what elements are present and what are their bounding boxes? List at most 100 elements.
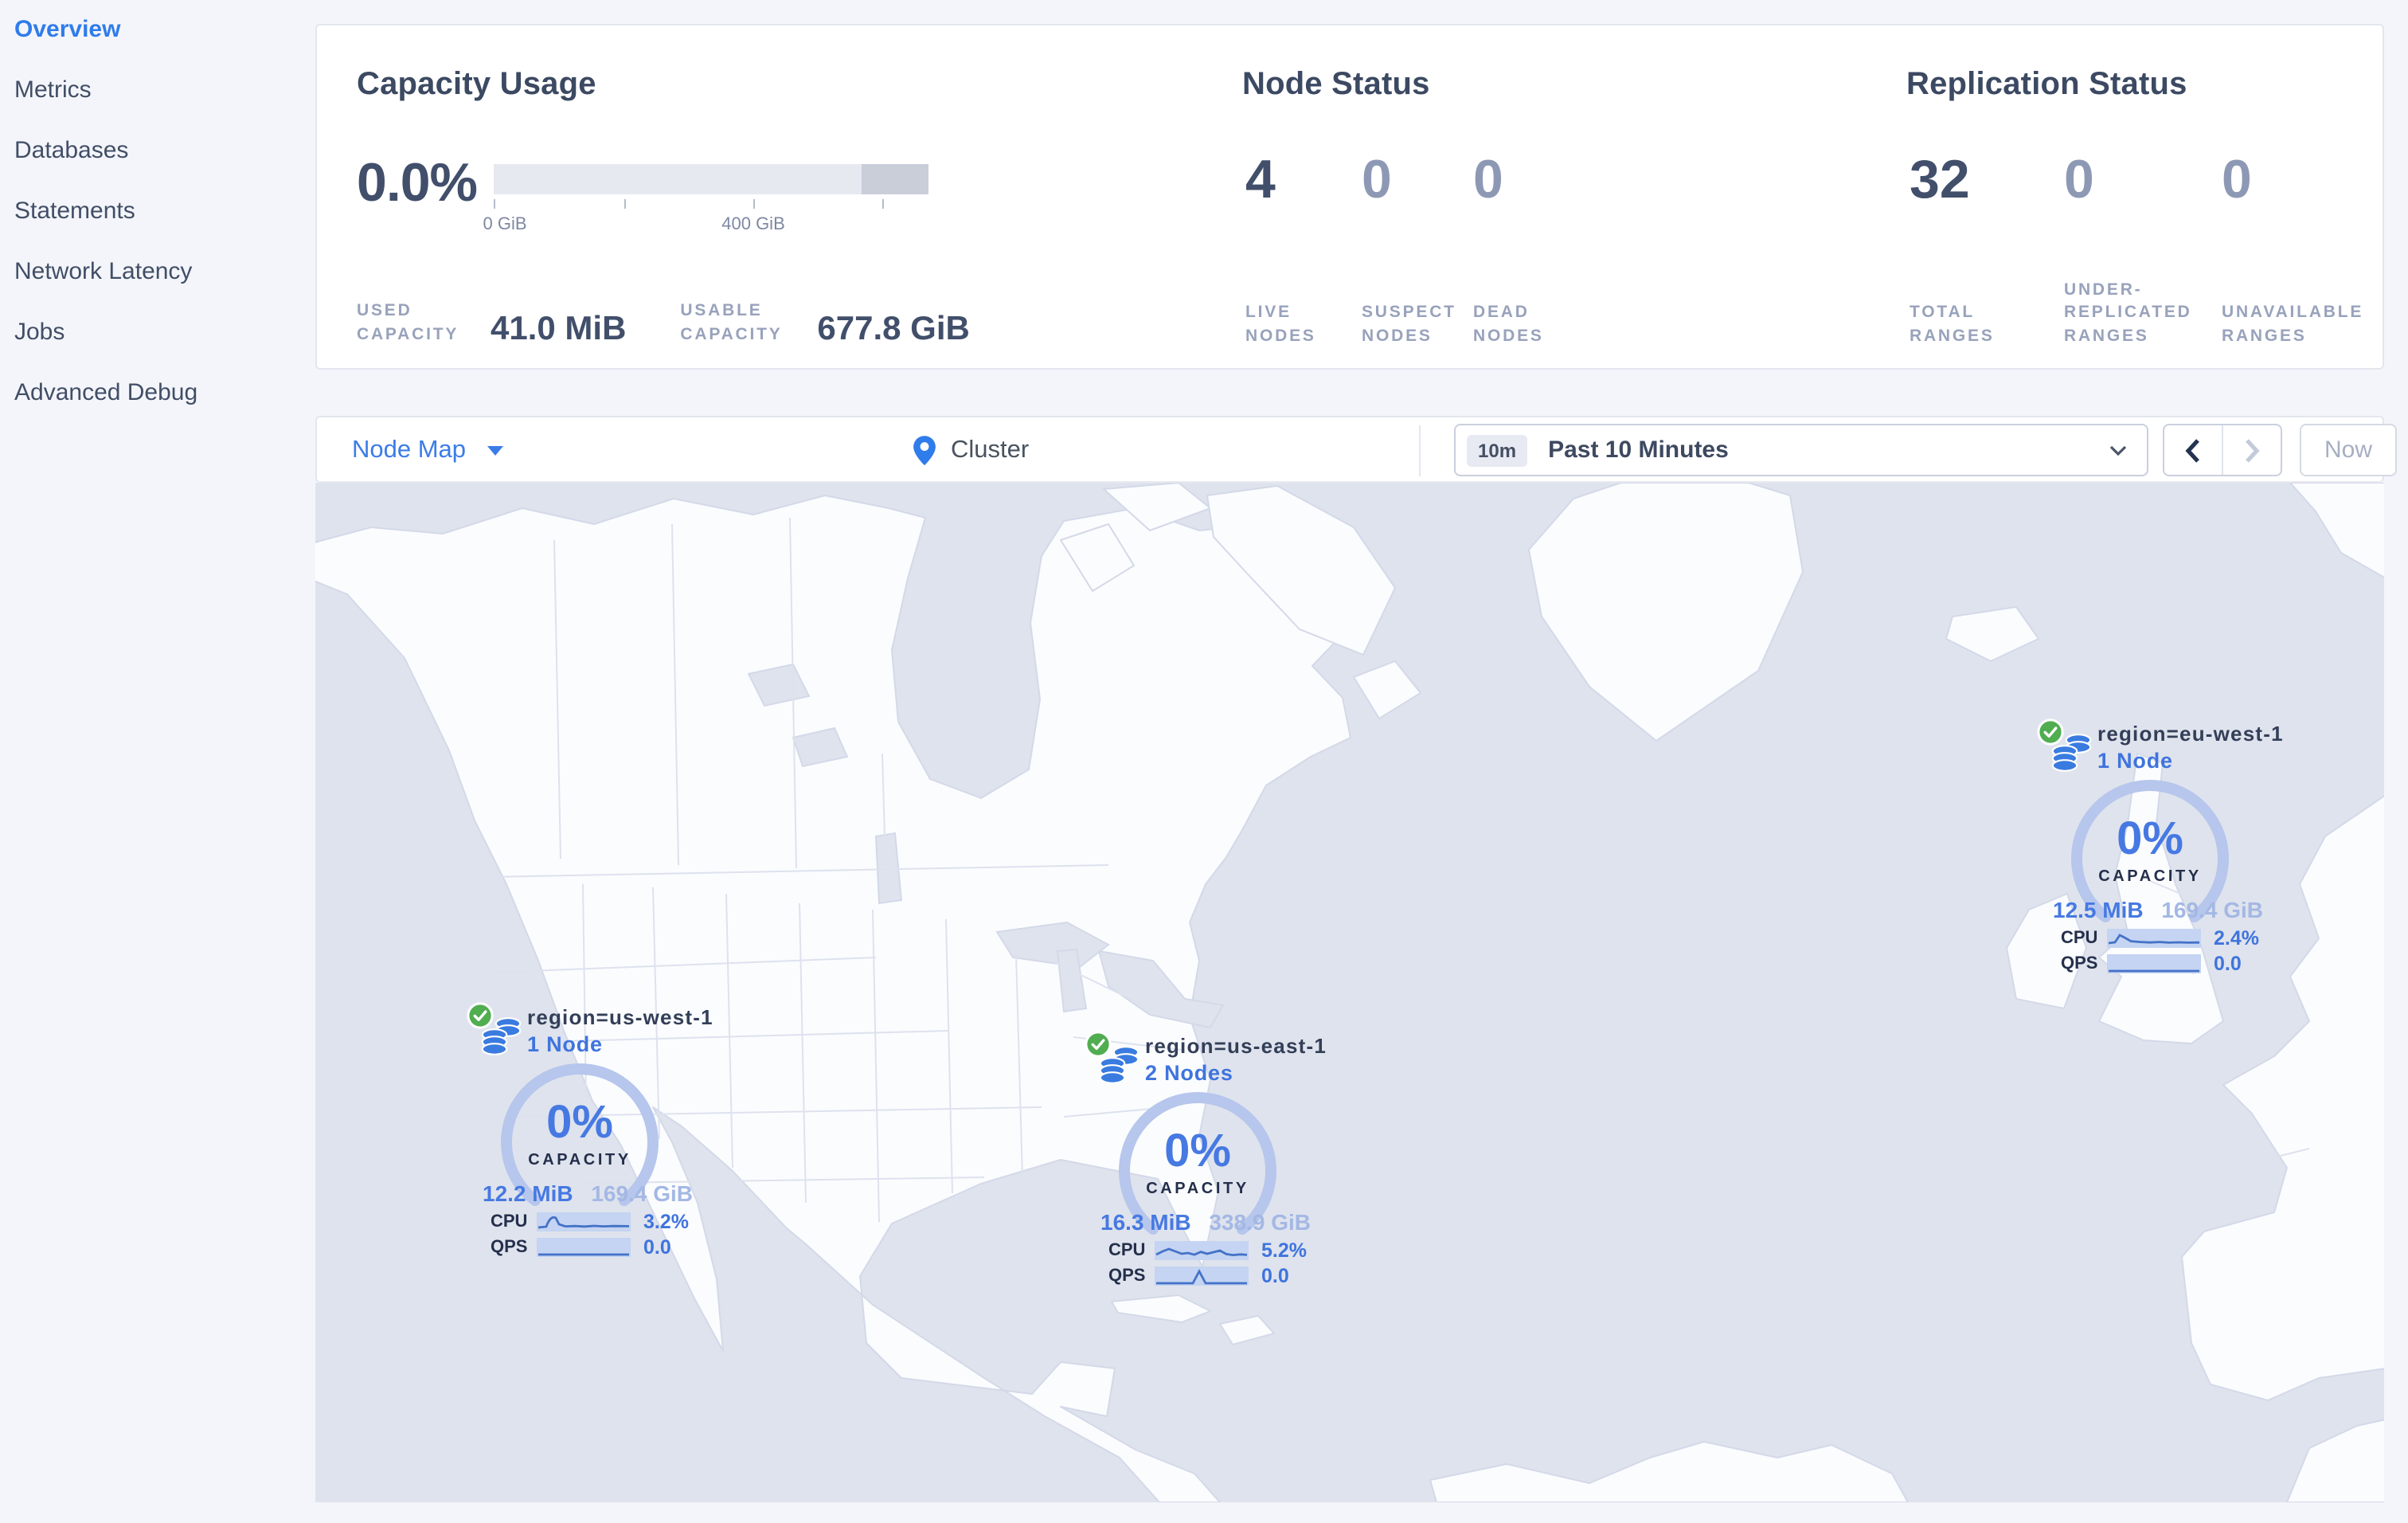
- cockroachdb-admin-ui: Overview Metrics Databases Statements Ne…: [0, 0, 2408, 1523]
- node-status-title: Node Status: [1242, 67, 1430, 102]
- capacity-percent: 0%: [1164, 1126, 1231, 1177]
- sidebar-item-databases[interactable]: Databases: [0, 121, 315, 182]
- region-node-count[interactable]: 1 Node: [2097, 749, 2173, 773]
- qps-sparkline: [2107, 953, 2201, 973]
- capacity-usage-title: Capacity Usage: [357, 67, 596, 102]
- total-ranges-count: 32: [1910, 150, 1970, 210]
- used-capacity-label: USED CAPACITY: [357, 301, 459, 343]
- capacity-total-value: 338.9 GiB: [1209, 1209, 1311, 1235]
- qps-label: QPS: [1108, 1266, 1146, 1285]
- world-map: [315, 483, 2384, 1502]
- region-name: region=eu-west-1: [2097, 722, 2284, 746]
- sidebar-item-metrics[interactable]: Metrics: [0, 61, 315, 121]
- cpu-value: 2.4%: [2214, 926, 2259, 949]
- capacity-bar: 0 GiB 400 GiB: [483, 164, 928, 241]
- chevron-left-icon: [2185, 438, 2199, 462]
- map-pin-icon: [913, 436, 936, 466]
- time-range-label: Past 10 Minutes: [1548, 437, 1729, 464]
- qps-value: 0.0: [643, 1235, 671, 1258]
- capacity-bar-reserved-segment: [862, 164, 928, 194]
- database-stack-icon: [481, 1017, 522, 1055]
- capacity-tick-label-mid: 400 GiB: [721, 215, 785, 234]
- qps-value: 0.0: [1261, 1264, 1289, 1286]
- capacity-tick-label-zero: 0 GiB: [483, 215, 527, 234]
- time-range-badge: 10m: [1467, 434, 1528, 466]
- replication-status-title: Replication Status: [1906, 67, 2187, 102]
- chevron-down-icon: [2109, 444, 2127, 456]
- cpu-label: CPU: [2061, 928, 2098, 947]
- capacity-bar-track: [494, 164, 928, 194]
- cpu-label: CPU: [491, 1212, 528, 1231]
- region-name: region=us-east-1: [1145, 1034, 1327, 1058]
- unavailable-ranges-column: 0 UNAVAILABLE RANGES: [2222, 153, 2375, 347]
- capacity-tick: [494, 199, 495, 209]
- capacity-total-value: 169.4 GiB: [2161, 897, 2263, 922]
- sidebar-item-overview[interactable]: Overview: [0, 0, 315, 61]
- suspect-nodes-count: 0: [1362, 150, 1392, 210]
- time-back-button[interactable]: [2164, 425, 2222, 475]
- suspect-nodes-column: 0 SUSPECT NODES: [1362, 153, 1473, 347]
- unavailable-ranges-count: 0: [2222, 150, 2252, 210]
- database-stack-icon: [2051, 734, 2092, 772]
- region-name: region=us-west-1: [527, 1005, 713, 1029]
- qps-sparkline: [537, 1237, 631, 1256]
- under-replicated-label: UNDER-REPLICATED RANGES: [2064, 280, 2192, 345]
- qps-value: 0.0: [2214, 952, 2242, 974]
- qps-sparkline: [1155, 1266, 1249, 1285]
- region-node-count[interactable]: 2 Nodes: [1145, 1061, 1233, 1085]
- chevron-down-icon: [487, 446, 503, 456]
- breadcrumb-cluster[interactable]: Cluster: [913, 417, 1029, 484]
- view-selector-label: Node Map: [352, 437, 467, 464]
- qps-label: QPS: [491, 1237, 528, 1256]
- cpu-sparkline: [2107, 928, 2201, 947]
- capacity-used-value: 12.2 MiB: [483, 1180, 573, 1206]
- capacity-used-value: 16.3 MiB: [1100, 1209, 1191, 1235]
- usable-capacity-label: USABLE CAPACITY: [680, 301, 783, 343]
- dead-nodes-label: DEAD NODES: [1473, 303, 1544, 345]
- sidebar-item-jobs[interactable]: Jobs: [0, 303, 315, 363]
- node-map: region=us-west-1 1 Node 0% CAPACITY 12.2…: [315, 483, 2384, 1502]
- capacity-tick: [624, 199, 626, 209]
- capacity-label: CAPACITY: [1146, 1180, 1249, 1198]
- time-range-dropdown[interactable]: 10m Past 10 Minutes: [1454, 424, 2148, 476]
- cpu-label: CPU: [1108, 1240, 1146, 1259]
- under-replicated-count: 0: [2064, 150, 2094, 210]
- map-toolbar: Node Map Cluster 10m Past 10 Minutes Now: [315, 416, 2397, 484]
- total-ranges-column: 32 TOTAL RANGES: [1910, 153, 2064, 347]
- region-node-count[interactable]: 1 Node: [527, 1032, 603, 1056]
- view-selector-dropdown[interactable]: Node Map: [352, 417, 503, 484]
- sidebar-item-network-latency[interactable]: Network Latency: [0, 242, 315, 303]
- breadcrumb-label: Cluster: [951, 437, 1030, 464]
- toolbar-divider: [1419, 425, 1421, 476]
- time-pager: [2163, 424, 2282, 476]
- capacity-used-percent: 0.0%: [357, 153, 478, 213]
- capacity-label: CAPACITY: [2098, 868, 2202, 886]
- dead-nodes-count: 0: [1473, 150, 1503, 210]
- cpu-sparkline: [1155, 1240, 1249, 1259]
- sidebar-item-statements[interactable]: Statements: [0, 182, 315, 242]
- usable-capacity-value: 677.8 GiB: [817, 311, 970, 347]
- cluster-summary-panel: Capacity Usage 0.0% 0 GiB 400 GiB USED C…: [315, 24, 2384, 370]
- used-capacity-value: 41.0 MiB: [491, 311, 627, 347]
- qps-label: QPS: [2061, 953, 2098, 973]
- cpu-value: 3.2%: [643, 1210, 689, 1232]
- capacity-percent: 0%: [2117, 814, 2183, 865]
- sidebar: Overview Metrics Databases Statements Ne…: [0, 0, 315, 1523]
- time-forward-button[interactable]: [2223, 425, 2281, 475]
- live-nodes-count: 4: [1245, 150, 1276, 210]
- sidebar-item-advanced-debug[interactable]: Advanced Debug: [0, 363, 315, 424]
- total-ranges-label: TOTAL RANGES: [1910, 303, 1995, 345]
- capacity-tick: [882, 199, 884, 209]
- chevron-right-icon: [2246, 438, 2260, 462]
- live-nodes-column: 4 LIVE NODES: [1245, 153, 1362, 347]
- capacity-label: CAPACITY: [528, 1152, 631, 1169]
- database-stack-icon: [1099, 1046, 1140, 1084]
- capacity-values: USED CAPACITY 41.0 MiB USABLE CAPACITY 6…: [357, 300, 970, 346]
- unavailable-ranges-label: UNAVAILABLE RANGES: [2222, 303, 2364, 345]
- dead-nodes-column: 0 DEAD NODES: [1473, 153, 1585, 347]
- capacity-tick: [753, 199, 755, 209]
- now-button[interactable]: Now: [2300, 424, 2397, 476]
- capacity-used-value: 12.5 MiB: [2053, 897, 2144, 922]
- cpu-value: 5.2%: [1261, 1239, 1307, 1261]
- under-replicated-column: 0 UNDER-REPLICATED RANGES: [2064, 153, 2222, 347]
